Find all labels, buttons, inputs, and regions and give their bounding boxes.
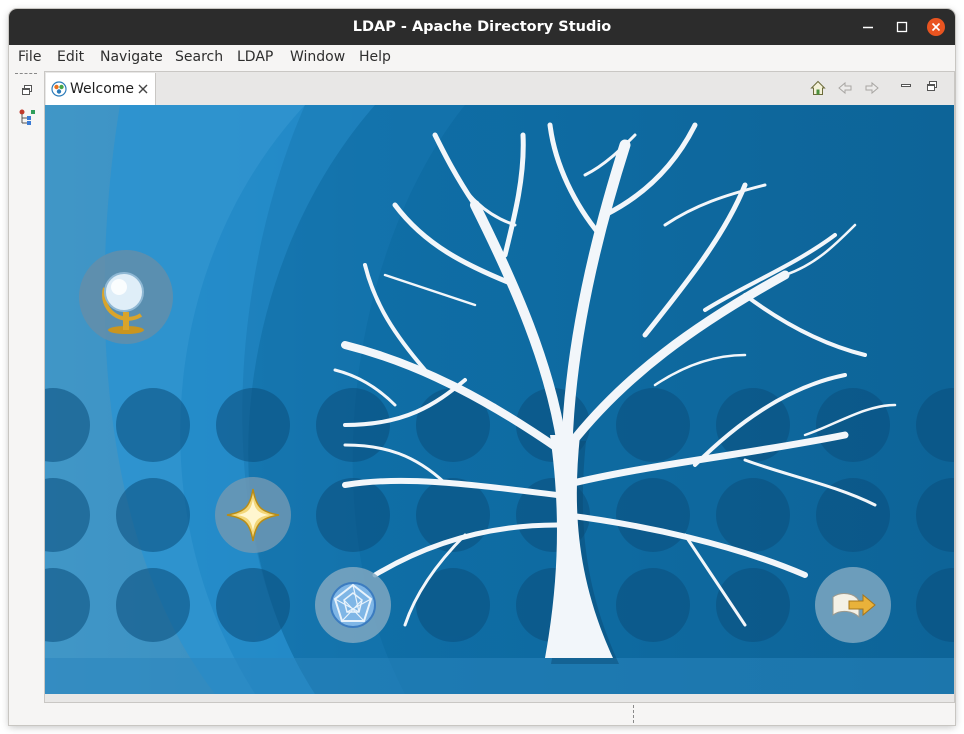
menu-help[interactable]: Help xyxy=(359,49,391,65)
minimize-icon[interactable] xyxy=(900,80,912,92)
menu-bar: File Edit Navigate Search LDAP Window He… xyxy=(9,45,955,71)
restore-icon[interactable] xyxy=(21,84,33,96)
welcome-icon xyxy=(51,81,67,97)
status-bar xyxy=(9,703,955,725)
maximize-icon xyxy=(896,21,908,33)
toolbar-handle[interactable] xyxy=(15,73,37,74)
title-bar: LDAP - Apache Directory Studio xyxy=(9,9,955,45)
status-separator xyxy=(633,705,634,723)
tab-row: Welcome xyxy=(45,72,954,105)
editor-area: Welcome xyxy=(44,71,955,703)
arrow-icon xyxy=(815,567,891,643)
web-icon xyxy=(315,567,391,643)
globe-icon xyxy=(79,250,173,344)
whats-new-link[interactable] xyxy=(315,567,391,643)
minimize-window-button[interactable] xyxy=(858,17,878,37)
window-title: LDAP - Apache Directory Studio xyxy=(352,19,612,35)
close-icon[interactable] xyxy=(137,83,149,95)
welcome-page xyxy=(45,105,954,694)
menu-file[interactable]: File xyxy=(18,49,41,65)
star-icon xyxy=(215,477,291,553)
restore-icon[interactable] xyxy=(926,80,938,92)
close-window-button[interactable] xyxy=(926,17,946,37)
tab-welcome-label: Welcome xyxy=(70,81,135,97)
menu-edit[interactable]: Edit xyxy=(57,49,84,65)
ldap-browser-perspective-icon[interactable] xyxy=(18,108,36,126)
home-icon[interactable] xyxy=(810,80,826,96)
tutorials-link[interactable] xyxy=(215,477,291,553)
left-trim-bar xyxy=(9,71,45,703)
menu-window[interactable]: Window xyxy=(290,49,345,65)
tab-welcome[interactable]: Welcome xyxy=(46,73,156,105)
close-icon xyxy=(927,18,945,36)
menu-ldap[interactable]: LDAP xyxy=(237,49,273,65)
app-window: LDAP - Apache Directory Studio File Edit… xyxy=(9,9,955,725)
menu-search[interactable]: Search xyxy=(175,49,223,65)
forward-icon[interactable] xyxy=(864,80,880,96)
overview-link[interactable] xyxy=(79,250,173,344)
minimize-icon xyxy=(863,26,873,29)
menu-navigate[interactable]: Navigate xyxy=(100,49,163,65)
maximize-window-button[interactable] xyxy=(892,17,912,37)
back-icon[interactable] xyxy=(837,80,853,96)
workbench-link[interactable] xyxy=(815,567,891,643)
